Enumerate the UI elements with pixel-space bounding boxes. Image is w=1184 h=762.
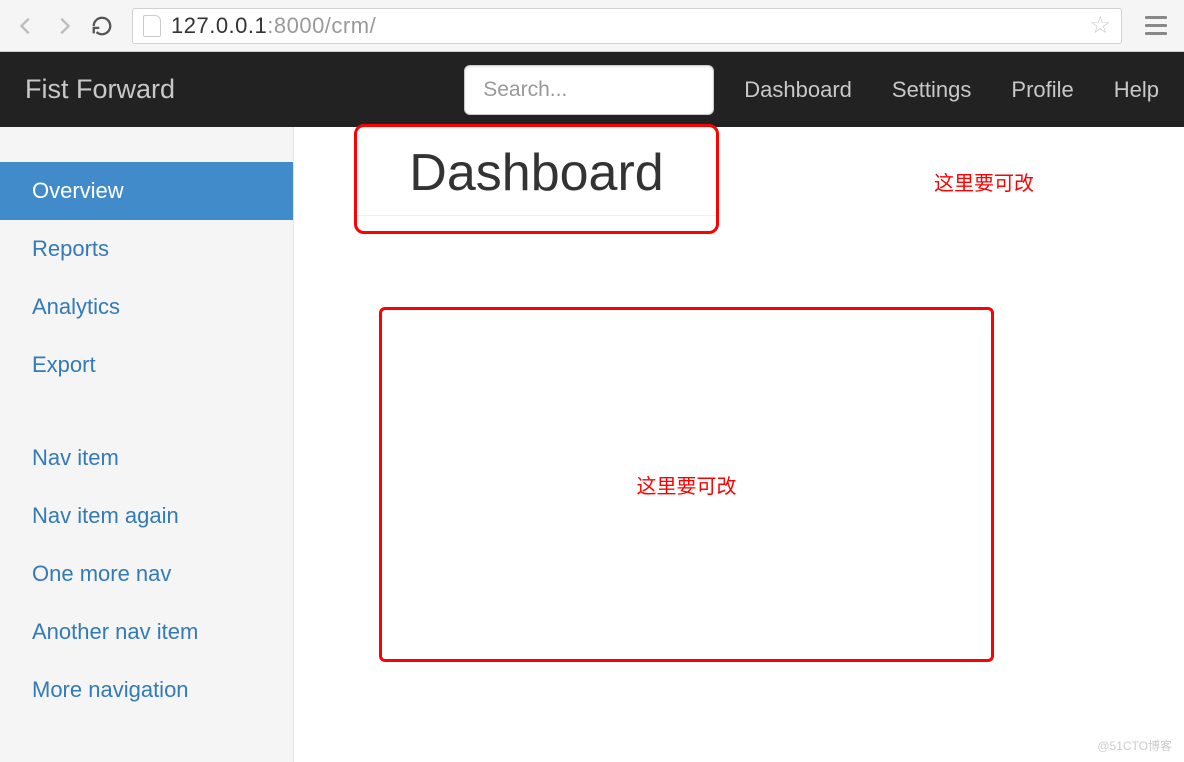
- browser-toolbar: 127.0.0.1:8000/crm/ ☆: [0, 0, 1184, 52]
- page-title: Dashboard: [357, 143, 716, 216]
- annotation-content: 这里要可改: [637, 470, 737, 499]
- title-highlight-box: Dashboard: [354, 124, 719, 234]
- url-text: 127.0.0.1:8000/crm/: [171, 13, 376, 39]
- sidebar-item-reports[interactable]: Reports: [0, 220, 293, 278]
- watermark: @51CTO博客: [1097, 737, 1172, 754]
- forward-button[interactable]: [48, 10, 80, 42]
- nav-links: Dashboard Settings Profile Help: [744, 77, 1159, 103]
- sidebar-item-nav-2[interactable]: Nav item again: [0, 487, 293, 545]
- nav-link-dashboard[interactable]: Dashboard: [744, 77, 852, 103]
- address-bar[interactable]: 127.0.0.1:8000/crm/ ☆: [132, 8, 1122, 44]
- hamburger-menu-button[interactable]: [1138, 8, 1174, 44]
- main-content: Dashboard 这里要可改 这里要可改: [294, 127, 1184, 762]
- nav-link-settings[interactable]: Settings: [892, 77, 972, 103]
- app-navbar: Fist Forward Dashboard Settings Profile …: [0, 52, 1184, 127]
- file-icon: [143, 15, 161, 37]
- sidebar-item-nav-5[interactable]: More navigation: [0, 661, 293, 719]
- content-highlight-box: 这里要可改: [379, 307, 994, 662]
- sidebar: Overview Reports Analytics Export Nav it…: [0, 127, 294, 762]
- sidebar-item-analytics[interactable]: Analytics: [0, 278, 293, 336]
- back-button[interactable]: [10, 10, 42, 42]
- sidebar-item-export[interactable]: Export: [0, 336, 293, 394]
- bookmark-star-icon[interactable]: ☆: [1089, 11, 1111, 40]
- brand-link[interactable]: Fist Forward: [25, 74, 175, 105]
- nav-link-help[interactable]: Help: [1114, 77, 1159, 103]
- sidebar-item-nav-3[interactable]: One more nav: [0, 545, 293, 603]
- sidebar-item-overview[interactable]: Overview: [0, 162, 293, 220]
- search-wrap: [464, 65, 714, 115]
- reload-button[interactable]: [86, 10, 118, 42]
- nav-link-profile[interactable]: Profile: [1011, 77, 1073, 103]
- sidebar-item-nav-4[interactable]: Another nav item: [0, 603, 293, 661]
- sidebar-item-nav-1[interactable]: Nav item: [0, 429, 293, 487]
- search-input[interactable]: [464, 65, 714, 115]
- annotation-title: 这里要可改: [934, 167, 1034, 196]
